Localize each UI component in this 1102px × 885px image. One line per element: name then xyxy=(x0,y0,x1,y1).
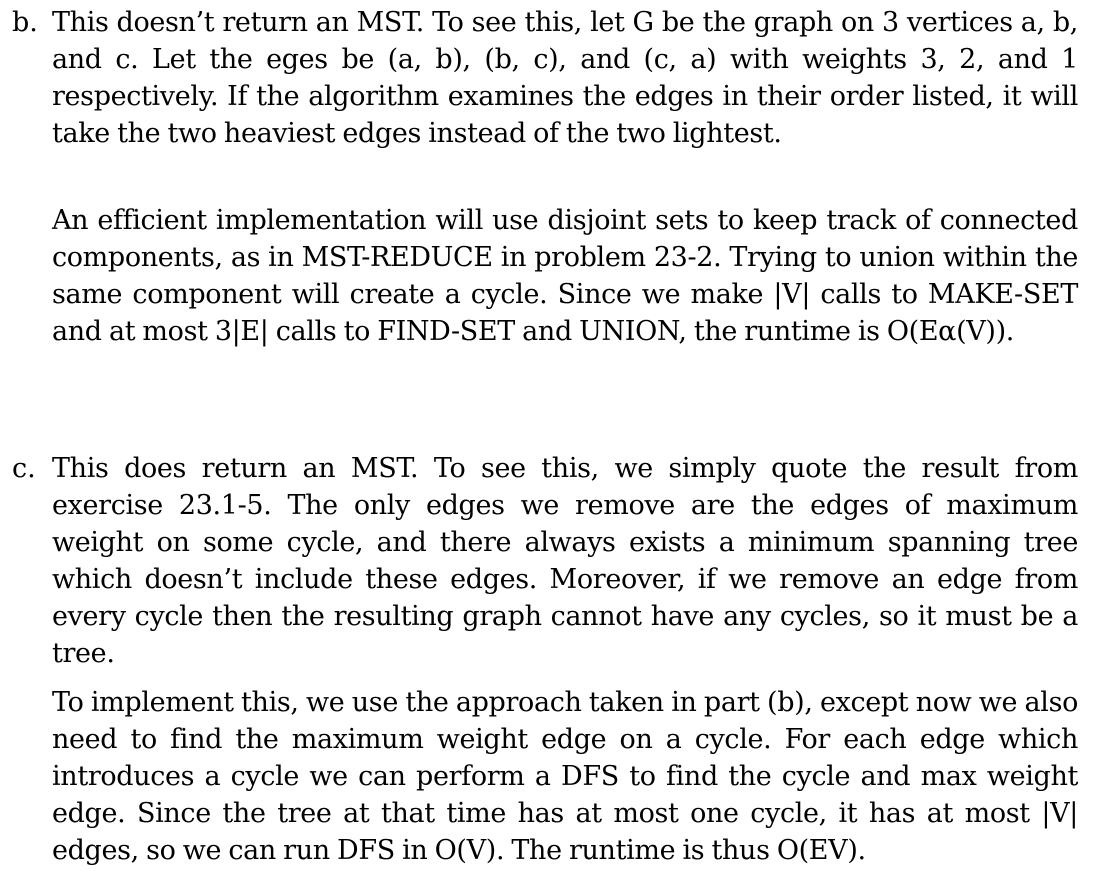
paragraph-c-2: To implement this, we use the approach t… xyxy=(52,687,1078,866)
paragraph-b-2: An efficient implementation will use dis… xyxy=(52,205,1078,347)
document-page: b. This doesn’t return an MST. To see th… xyxy=(0,0,1102,885)
item-label: b. xyxy=(12,7,38,38)
paragraph-c-1: This does return an MST. To see this, we… xyxy=(52,453,1078,669)
item-label: c. xyxy=(12,453,36,484)
paragraph-b-1: This doesn’t return an MST. To see this,… xyxy=(52,7,1078,149)
